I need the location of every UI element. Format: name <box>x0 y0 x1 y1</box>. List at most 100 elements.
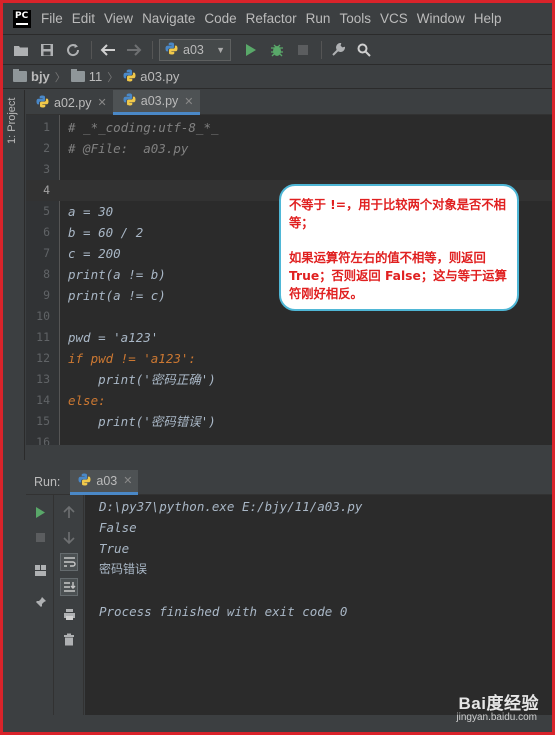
code-text: c = 200 <box>68 246 121 261</box>
menu-file[interactable]: File <box>41 11 63 26</box>
tab-a03[interactable]: a03.py ✕ <box>112 90 200 115</box>
project-tool-button[interactable]: 1: Project <box>6 98 18 158</box>
console-line: 密码错误 <box>99 562 148 576</box>
annotation-callout: 不等于 !=，用于比较两个对象是否不相等； 如果运算符左右的值不相等，则返回 T… <box>279 184 519 311</box>
menu-help[interactable]: Help <box>474 11 502 26</box>
tab-label: a02.py <box>54 95 92 110</box>
open-folder-icon[interactable] <box>11 40 31 60</box>
close-icon[interactable]: ✕ <box>98 96 107 109</box>
menu-window[interactable]: Window <box>417 11 465 26</box>
run-icon[interactable] <box>241 40 261 60</box>
close-icon[interactable]: ✕ <box>184 95 193 108</box>
line-number: 1 <box>43 120 50 134</box>
python-icon <box>165 42 178 58</box>
menu-code[interactable]: Code <box>204 11 236 26</box>
breadcrumb-item-11[interactable]: 11 <box>70 69 102 84</box>
code-line: 12 if pwd != 'a123': <box>26 348 552 369</box>
run-tab-label: a03 <box>96 473 118 488</box>
console-line: False <box>99 520 137 535</box>
code-text: # _*_coding:utf-8_*_ <box>68 120 219 135</box>
soft-wrap-icon[interactable] <box>60 553 78 571</box>
code-line: 14 else: <box>26 390 552 411</box>
line-number: 9 <box>43 288 50 302</box>
run-console-output[interactable]: D:\py37\python.exe E:/bjy/11/a03.py Fals… <box>85 495 552 715</box>
code-text: print('密码错误') <box>68 414 216 429</box>
debug-icon[interactable] <box>267 40 287 60</box>
back-arrow-icon[interactable] <box>98 40 118 60</box>
stop-icon[interactable] <box>31 528 49 546</box>
callout-paragraph-1: 不等于 !=，用于比较两个对象是否不相等； <box>289 198 506 230</box>
line-number: 13 <box>36 372 50 386</box>
arrow-down-icon[interactable] <box>60 528 78 546</box>
folder-icon <box>13 69 27 82</box>
code-line: 1 # _*_coding:utf-8_*_ <box>26 117 552 138</box>
run-tool-window-header: Run: a03 ✕ <box>26 469 552 495</box>
line-number: 14 <box>36 393 50 407</box>
console-line: D:\py37\python.exe E:/bjy/11/a03.py <box>99 499 363 514</box>
line-number: 3 <box>43 162 50 176</box>
console-actions-strip <box>54 495 84 715</box>
line-number: 15 <box>36 414 50 428</box>
layout-icon[interactable] <box>31 561 49 579</box>
rerun-icon[interactable] <box>31 503 49 521</box>
menu-vcs[interactable]: VCS <box>380 11 408 26</box>
scroll-to-end-icon[interactable] <box>60 578 78 596</box>
close-icon[interactable]: ✕ <box>123 474 132 487</box>
code-text: a = 30 <box>68 204 114 219</box>
code-line: 3 <box>26 159 552 180</box>
watermark-brand: Bai度经验 <box>458 694 539 713</box>
menu-navigate[interactable]: Navigate <box>142 11 195 26</box>
menu-view[interactable]: View <box>104 11 133 26</box>
breadcrumb-item-bjy[interactable]: bjy <box>13 69 50 84</box>
line-number: 4 <box>43 183 50 197</box>
line-number: 10 <box>36 309 50 323</box>
code-line: 15 print('密码错误') <box>26 411 552 432</box>
chevron-down-icon: ▼ <box>216 44 225 55</box>
run-configuration-select[interactable]: a03 ▼ <box>159 38 231 61</box>
line-number: 7 <box>43 246 50 260</box>
tool-window-divider <box>26 445 552 470</box>
code-text: if pwd != 'a123': <box>68 351 196 366</box>
line-number: 6 <box>43 225 50 239</box>
python-file-icon <box>123 69 136 85</box>
forward-arrow-icon[interactable] <box>124 40 144 60</box>
toolbar-separator <box>152 40 153 59</box>
code-text: else: <box>68 393 106 408</box>
code-text: b = 60 / 2 <box>68 225 144 240</box>
console-line: True <box>99 541 130 556</box>
code-text: print(a != b) <box>68 267 166 282</box>
menu-tools[interactable]: Tools <box>339 11 371 26</box>
chevron-right-icon: 〉 <box>107 71 119 84</box>
stop-icon[interactable] <box>293 40 313 60</box>
run-tab-a03[interactable]: a03 ✕ <box>70 469 139 495</box>
pin-icon[interactable] <box>31 593 49 611</box>
arrow-up-icon[interactable] <box>60 503 78 521</box>
trash-icon[interactable] <box>60 630 78 648</box>
toolbar-separator <box>321 40 322 59</box>
menu-refactor[interactable]: Refactor <box>246 11 297 26</box>
breadcrumb-label: bjy <box>31 69 50 84</box>
menu-run[interactable]: Run <box>306 11 331 26</box>
python-file-icon <box>123 93 136 109</box>
chevron-right-icon: 〉 <box>54 71 66 84</box>
line-number: 12 <box>36 351 50 365</box>
wrench-icon[interactable] <box>328 40 348 60</box>
callout-paragraph-2: 如果运算符左右的值不相等，则返回 True；否则返回 False；这与等于运算符… <box>289 251 507 301</box>
breadcrumb-label: a03.py <box>140 69 180 84</box>
folder-icon <box>70 69 85 82</box>
code-line: 2 # @File: a03.py <box>26 138 552 159</box>
project-tool-strip: 1: Project <box>3 90 25 460</box>
save-icon[interactable] <box>37 40 57 60</box>
print-icon[interactable] <box>60 605 78 623</box>
breadcrumb-item-file[interactable]: a03.py <box>123 69 179 85</box>
line-number: 16 <box>36 435 50 445</box>
code-line: 16 <box>26 432 552 445</box>
main-toolbar: a03 ▼ <box>3 35 552 65</box>
search-icon[interactable] <box>354 40 374 60</box>
sync-icon[interactable] <box>63 40 83 60</box>
code-line: 11 pwd = 'a123' <box>26 327 552 348</box>
tab-a02[interactable]: a02.py ✕ <box>26 90 113 115</box>
menu-edit[interactable]: Edit <box>72 11 95 26</box>
code-editor[interactable]: 1 # _*_coding:utf-8_*_ 2 # @File: a03.py… <box>26 115 552 445</box>
line-number: 11 <box>36 330 50 344</box>
